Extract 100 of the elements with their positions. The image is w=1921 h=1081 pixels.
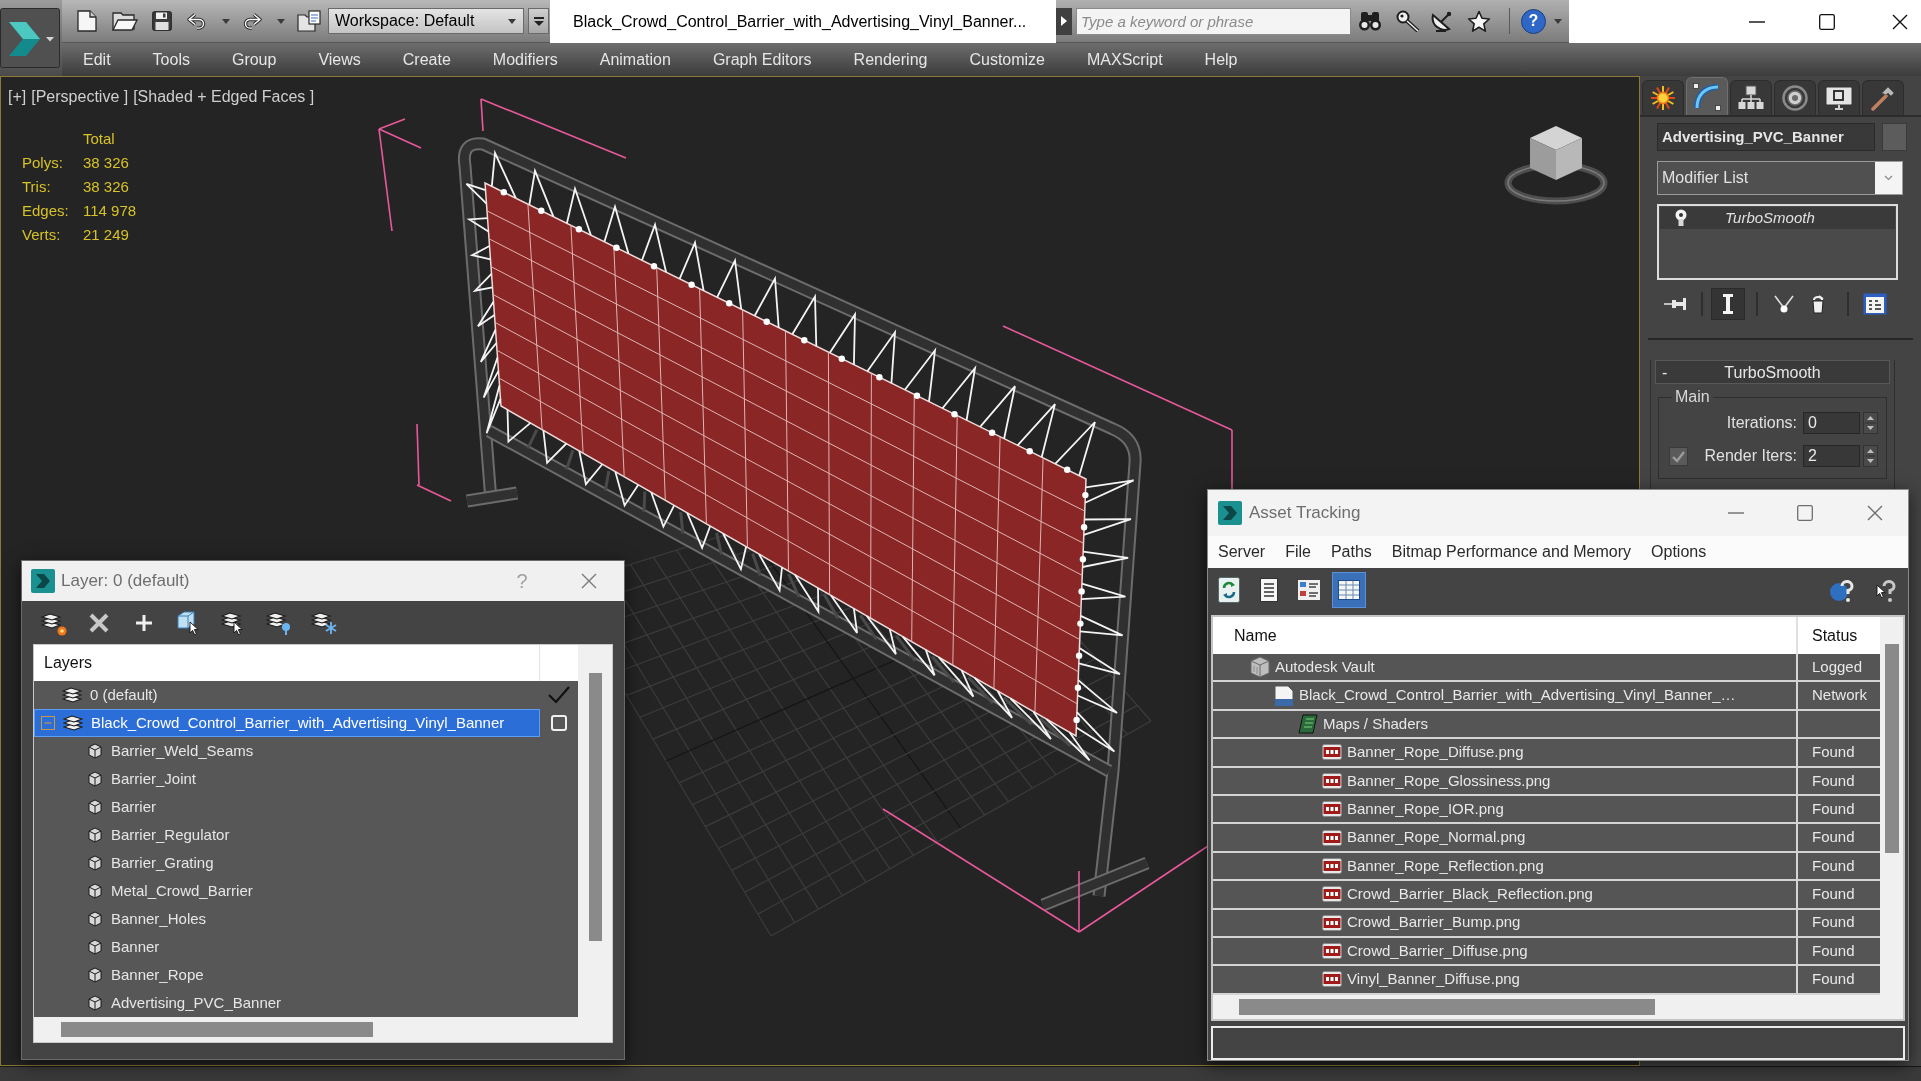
key-icon[interactable] (1396, 10, 1420, 32)
satellite-dish-icon[interactable] (1430, 10, 1454, 32)
menu-item[interactable]: File (1275, 536, 1321, 568)
binoculars-icon[interactable] (1358, 11, 1382, 31)
asset-row[interactable]: Vinyl_Banner_Diffuse.png Found (1213, 966, 1880, 995)
command-panel-tab[interactable] (1642, 80, 1684, 115)
column-header[interactable]: Status (1812, 623, 1858, 648)
column-header[interactable]: Name (1234, 623, 1277, 648)
redo-icon[interactable] (241, 12, 263, 30)
new-file-icon[interactable] (77, 10, 97, 32)
object-row[interactable]: Metal_Crowd_Barrier (34, 877, 540, 905)
menu-item[interactable]: Group (210, 43, 298, 76)
object-row[interactable]: Barrier (34, 793, 540, 821)
object-row[interactable]: Barrier_Joint (34, 765, 540, 793)
menu-item[interactable]: Tools (131, 43, 211, 76)
command-panel-tab[interactable] (1818, 80, 1860, 115)
command-panel-tab[interactable] (1730, 80, 1772, 115)
viewport-label[interactable]: [Shaded + Edged Faces ] (133, 85, 315, 109)
asset-row[interactable]: Autodesk Vault Logged (1213, 654, 1880, 683)
menu-item[interactable]: Help (1183, 43, 1259, 76)
viewport-label[interactable]: [Perspective ] (31, 85, 129, 109)
checkbox-icon[interactable] (1669, 446, 1688, 466)
menu-item[interactable]: Modifiers (471, 43, 579, 76)
asset-row[interactable]: Maps / Shaders (1213, 710, 1880, 740)
object-row[interactable]: Barrier_Grating (34, 849, 540, 877)
menu-item[interactable]: Create (381, 43, 472, 76)
menu-item[interactable]: Animation (578, 43, 692, 76)
object-row[interactable]: Barrier_Regulator (34, 821, 540, 849)
object-name-field[interactable]: Advertising_PVC_Banner (1657, 123, 1875, 151)
menu-item[interactable]: Customize (948, 43, 1066, 76)
close-icon[interactable] (1892, 13, 1908, 30)
color-swatch-icon[interactable] (1882, 123, 1907, 151)
app-logo-icon[interactable] (0, 8, 60, 68)
caret-icon[interactable] (277, 18, 285, 24)
asset-row[interactable]: Banner_Rope_Diffuse.png Found (1213, 739, 1880, 768)
scrollbar-thumb[interactable] (61, 1022, 373, 1037)
help-icon[interactable] (1828, 577, 1854, 603)
search-field[interactable]: Type a keyword or phrase (1076, 7, 1351, 35)
command-panel-tab[interactable] (1862, 80, 1904, 115)
save-icon[interactable] (152, 11, 172, 31)
spinner-field[interactable]: 0 (1803, 412, 1860, 434)
object-row[interactable]: Advertising_PVC_Banner (34, 989, 540, 1017)
minimize-icon[interactable] (1749, 20, 1765, 23)
layer-row[interactable]: 0 (default) (34, 681, 540, 709)
column-header[interactable]: Layers (44, 651, 93, 675)
asset-row[interactable]: Banner_Rope_IOR.png Found (1213, 795, 1880, 825)
asset-row[interactable]: Banner_Rope_Reflection.png Found (1213, 852, 1880, 882)
undo-icon[interactable] (186, 12, 208, 30)
menu-item[interactable]: Rendering (832, 43, 949, 76)
command-panel-tab[interactable] (1686, 77, 1728, 115)
menu-item[interactable]: Edit (62, 43, 132, 76)
view-cube-icon[interactable] (1504, 123, 1608, 205)
menu-item[interactable]: Graph Editors (691, 43, 833, 76)
project-folder-icon[interactable] (297, 10, 321, 32)
object-row[interactable]: Banner_Holes (34, 905, 540, 933)
asset-row[interactable]: Crowd_Barrier_Black_Reflection.png Found (1213, 881, 1880, 910)
toolbar-options-button[interactable] (528, 8, 549, 34)
cross-icon[interactable] (89, 612, 109, 633)
checkmark-icon[interactable] (548, 686, 570, 704)
maximize-icon[interactable] (1819, 13, 1835, 30)
modifier-stack-item[interactable]: TurboSmooth (1660, 207, 1895, 229)
search-expand-button[interactable] (1056, 7, 1072, 35)
asset-row[interactable]: Crowd_Barrier_Diffuse.png Found (1213, 937, 1880, 967)
workspace-dropdown[interactable]: Workspace: Default (328, 8, 524, 34)
spinner-field[interactable]: 2 (1803, 445, 1860, 467)
object-row[interactable]: Banner (34, 933, 540, 961)
layer-row[interactable]: Black_Crowd_Control_Barrier_with_Advertising_Vinyl_Banner (34, 709, 540, 737)
asset-row[interactable]: Black_Crowd_Control_Barrier_with_Advertising_Vinyl_Banner_… Network (1213, 682, 1880, 711)
menu-item[interactable]: Server (1208, 536, 1276, 568)
spinner-arrows-icon[interactable] (1863, 412, 1878, 434)
menu-item[interactable]: Paths (1320, 536, 1382, 568)
asset-row[interactable]: Banner_Rope_Normal.png Found (1213, 824, 1880, 853)
toolbar-button[interactable] (1332, 572, 1366, 608)
menu-item[interactable]: Options (1641, 536, 1717, 568)
caret-icon[interactable] (222, 18, 230, 24)
object-row[interactable]: Banner_Rope (34, 961, 540, 989)
asset-row[interactable]: Banner_Rope_Glossiness.png Found (1213, 767, 1880, 796)
command-panel-tab[interactable] (1774, 80, 1816, 115)
open-folder-icon[interactable] (112, 11, 138, 31)
caret-icon[interactable] (1554, 18, 1562, 24)
viewport-label[interactable]: [+] (8, 85, 27, 109)
rollout-header[interactable]: - TurboSmooth (1655, 360, 1890, 384)
layer-stack-pin-icon[interactable] (266, 609, 292, 636)
stack-tool-button[interactable] (1711, 288, 1745, 320)
menu-item[interactable]: MAXScript (1066, 43, 1184, 76)
spinner-arrows-icon[interactable] (1863, 445, 1878, 467)
collapse-toggle-icon[interactable] (41, 716, 55, 730)
cube-cursor-icon[interactable] (176, 609, 202, 636)
modifier-list-dropdown[interactable]: Modifier List (1657, 161, 1903, 195)
layer-stack-snowflake-icon[interactable] (311, 609, 337, 636)
scrollbar-thumb[interactable] (1884, 644, 1899, 853)
menu-item[interactable]: Bitmap Performance and Memory (1381, 536, 1642, 568)
menu-item[interactable]: Views (297, 43, 382, 76)
plus-icon[interactable] (135, 613, 153, 632)
star-icon[interactable] (1467, 10, 1491, 32)
object-row[interactable]: Barrier_Weld_Seams (34, 737, 540, 765)
scrollbar-thumb[interactable] (1239, 999, 1655, 1015)
help-button[interactable]: ? (1521, 8, 1546, 34)
scrollbar-thumb[interactable] (588, 673, 602, 941)
path-field[interactable] (1211, 1026, 1905, 1060)
